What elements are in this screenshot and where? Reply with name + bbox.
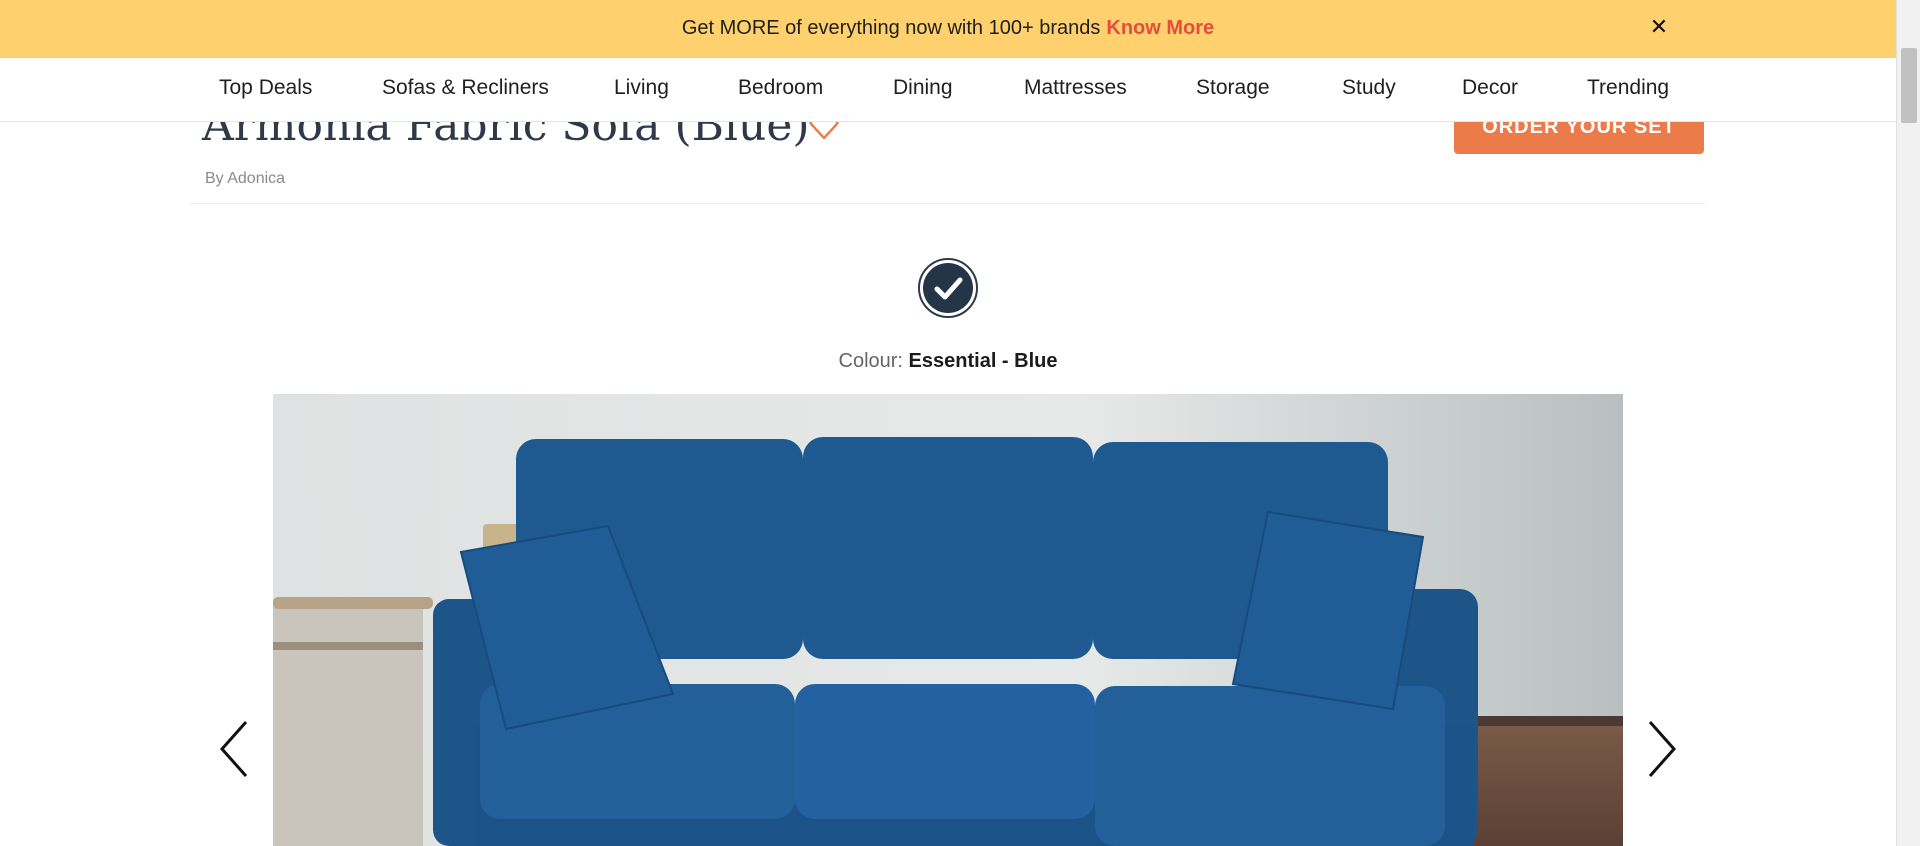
nav-item-sofas-recliners[interactable]: Sofas & Recliners xyxy=(382,58,549,122)
close-icon[interactable]: ✕ xyxy=(1645,12,1673,42)
nav-item-trending[interactable]: Trending xyxy=(1587,58,1669,122)
brand-byline: By Adonica xyxy=(205,170,286,187)
colour-label: Colour: xyxy=(838,350,903,372)
nav-item-bedroom[interactable]: Bedroom xyxy=(738,58,823,122)
swatch-fill xyxy=(923,263,973,313)
colour-selection: Colour: Essential - Blue xyxy=(0,350,1896,373)
product-image xyxy=(273,394,1623,846)
sofa-photo xyxy=(273,394,1623,846)
colour-value: Essential - Blue xyxy=(908,350,1058,372)
chevron-left-icon[interactable] xyxy=(216,718,256,780)
nav-item-storage[interactable]: Storage xyxy=(1196,58,1270,122)
scrollbar-thumb[interactable] xyxy=(1901,48,1917,123)
nav-item-decor[interactable]: Decor xyxy=(1462,58,1518,122)
nav-item-study[interactable]: Study xyxy=(1342,58,1396,122)
chevron-right-icon[interactable] xyxy=(1640,718,1680,780)
nav-item-top-deals[interactable]: Top Deals xyxy=(219,58,312,122)
category-nav: Top Deals Sofas & Recliners Living Bedro… xyxy=(0,58,1896,122)
nav-item-dining[interactable]: Dining xyxy=(893,58,953,122)
promo-text: Get MORE of everything now with 100+ bra… xyxy=(681,17,1101,39)
colour-swatch-essential-blue[interactable] xyxy=(918,258,978,318)
checkmark-icon xyxy=(934,277,963,300)
promo-message: Get MORE of everything now with 100+ bra… xyxy=(0,0,1896,58)
know-more-link[interactable]: Know More xyxy=(1106,17,1214,39)
nav-item-mattresses[interactable]: Mattresses xyxy=(1024,58,1127,122)
promo-banner: Get MORE of everything now with 100+ bra… xyxy=(0,0,1920,58)
nav-item-living[interactable]: Living xyxy=(614,58,669,122)
scrollbar[interactable] xyxy=(1896,0,1920,846)
